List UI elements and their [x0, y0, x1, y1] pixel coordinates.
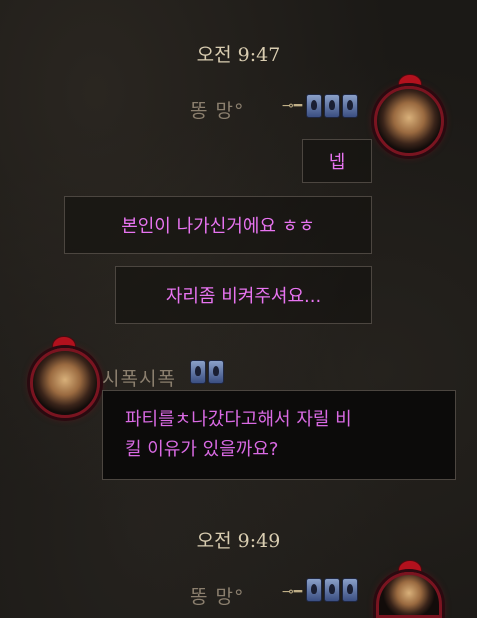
- rank-badge-icon: [190, 360, 206, 384]
- message-text: 본인이 나가신거에요 ㅎㅎ: [121, 216, 315, 237]
- sender-name: 똥 망°: [190, 100, 245, 122]
- rank-badge-icon: [306, 578, 322, 602]
- rank-badge-icon: [208, 360, 224, 384]
- rank-badge-icon: [342, 94, 358, 118]
- avatar[interactable]: [376, 572, 442, 618]
- avatar[interactable]: [30, 348, 100, 418]
- rank-badge-icon: [324, 94, 340, 118]
- rank-badge-icon: [324, 578, 340, 602]
- message-text-line: 파티를ㅊ나갔다고해서 자릴 비: [125, 409, 352, 430]
- key-icon: ⊸━: [282, 98, 303, 114]
- sender-name: 똥 망°: [190, 586, 245, 608]
- rank-badge-icon: [306, 94, 322, 118]
- key-icon: ⊸━: [282, 584, 303, 600]
- message-bubble: 넵: [302, 139, 372, 183]
- message-text: 넵: [328, 152, 346, 173]
- rank-badges: [190, 360, 226, 388]
- rank-badge-icon: [342, 578, 358, 602]
- message-bubble: 본인이 나가신거에요 ㅎㅎ: [64, 196, 372, 254]
- rank-badges: [306, 578, 360, 606]
- message-bubble: 파티를ㅊ나갔다고해서 자릴 비 킬 이유가 있을까요?: [102, 390, 456, 480]
- timestamp: 오전 9:47: [196, 44, 281, 66]
- message-text: 자리좀 비켜주셔요...: [165, 286, 322, 307]
- message-bubble: 자리좀 비켜주셔요...: [115, 266, 372, 324]
- avatar[interactable]: [374, 86, 444, 156]
- timestamp: 오전 9:49: [196, 530, 281, 552]
- sender-name: 시폭시폭: [102, 368, 176, 390]
- rank-badges: [306, 94, 360, 122]
- message-text-line: 킬 이유가 있을까요?: [125, 439, 279, 460]
